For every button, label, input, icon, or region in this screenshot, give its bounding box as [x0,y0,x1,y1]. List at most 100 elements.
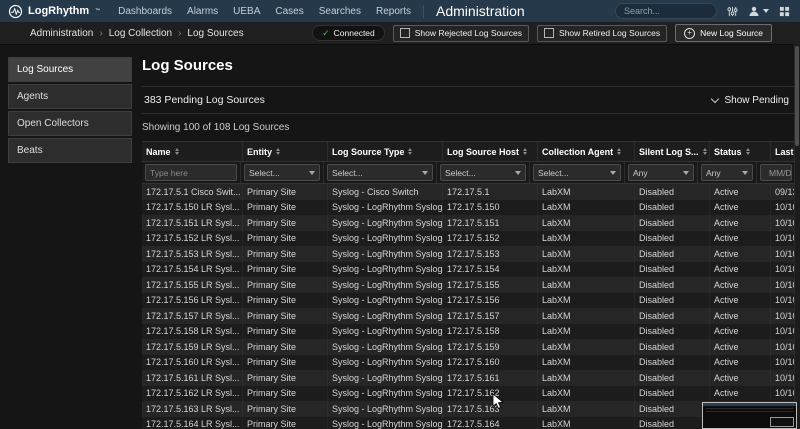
sidebar-item-open-collectors[interactable]: Open Collectors [8,111,132,136]
apps-grid-icon[interactable] [779,6,790,17]
cell-log-source-host: 172.17.5.157 [443,308,538,324]
cell-entity: Primary Site [243,293,328,309]
breadcrumb-item-administration[interactable]: Administration [30,28,93,39]
cell-log-source-host: 172.17.5.150 [443,200,538,216]
sort-icon[interactable] [276,148,280,155]
show-rejected-checkbox[interactable]: Show Rejected Log Sources [393,25,529,42]
cell-last-log-message: 10/10/2023 8:03 am [771,308,795,324]
cell-name: 172.17.5.155 LR Sysl... [142,277,243,293]
sidebar-item-beats[interactable]: Beats [8,138,132,163]
filter-collection-agent-select[interactable]: Select... [533,164,621,181]
cell-name: 172.17.5.160 LR Sysl... [142,355,243,371]
sort-icon[interactable] [617,148,621,155]
sort-icon[interactable] [175,148,179,155]
nav-item-reports[interactable]: Reports [376,6,411,17]
nav-items: Dashboards Alarms UEBA Cases Searches Reports [118,6,411,17]
table-row[interactable]: 172.17.5.151 LR Sysl...Primary SiteSyslo… [142,215,795,231]
filter-log-source-host-select[interactable]: Select... [440,164,526,181]
cell-last-log-message: 10/10/2023 8:03 am [771,200,795,216]
cell-collection-agent: LabXM [538,262,635,278]
table-row[interactable]: 172.17.5.154 LR Sysl...Primary SiteSyslo… [142,262,795,278]
sort-icon[interactable] [746,148,750,155]
table-row[interactable]: 172.17.5.153 LR Sysl...Primary SiteSyslo… [142,246,795,262]
table-row[interactable]: 172.17.5.155 LR Sysl...Primary SiteSyslo… [142,277,795,293]
column-header-name[interactable]: Name [142,142,243,161]
nav-item-searches[interactable]: Searches [319,6,361,17]
checkbox-box[interactable] [400,28,410,38]
table-row[interactable]: 172.17.5.158 LR Sysl...Primary SiteSyslo… [142,324,795,340]
show-pending-toggle[interactable]: Show Pending [712,95,794,106]
table-row[interactable]: 172.17.5.164 LR Sysl...Primary SiteSyslo… [142,417,795,429]
column-header-log-source-type[interactable]: Log Source Type [328,142,443,161]
column-header-entity[interactable]: Entity [243,142,328,161]
date-placeholder: MM/DD/YYYY [769,168,792,178]
sort-icon[interactable] [408,148,412,155]
cell-log-source-type: Syslog - LogRhythm Syslog Ge... [328,246,443,262]
user-menu[interactable] [748,5,769,17]
cell-status: Active [710,370,771,386]
checkbox-box[interactable] [544,28,554,38]
column-header-last-log-message[interactable]: Last Log Message [771,142,795,161]
cell-silent-log-s: Disabled [635,339,710,355]
table-row[interactable]: 172.17.5.156 LR Sysl...Primary SiteSyslo… [142,293,795,309]
sidebar: Log SourcesAgentsOpen CollectorsBeats [8,57,132,429]
caret-down-icon [422,171,428,175]
nav-item-alarms[interactable]: Alarms [187,6,218,17]
show-retired-checkbox[interactable]: Show Retired Log Sources [537,25,667,42]
cell-log-source-host: 172.17.5.159 [443,339,538,355]
nav-divider [423,5,424,18]
cell-last-log-message: 10/10/2023 8:03 am [771,215,795,231]
cell-log-source-host: 172.17.5.163 [443,401,538,417]
nav-item-dashboards[interactable]: Dashboards [118,6,172,17]
table-row[interactable]: 172.17.5.161 LR Sysl...Primary SiteSyslo… [142,370,795,386]
table-row[interactable]: 172.17.5.1 Cisco Swit...Primary SiteSysl… [142,184,795,200]
sort-icon[interactable] [523,148,527,155]
pending-log-sources-bar: 383 Pending Log Sources Show Pending [142,86,795,114]
sidebar-item-agents[interactable]: Agents [8,84,132,109]
column-header-collection-agent[interactable]: Collection Agent [538,142,635,161]
content-area: Log SourcesAgentsOpen CollectorsBeats Lo… [0,45,800,429]
filter-name-input[interactable] [145,164,237,181]
table-row[interactable]: 172.17.5.162 LR Sysl...Primary SiteSyslo… [142,386,795,402]
new-log-source-button[interactable]: + New Log Source [675,24,772,42]
filter-status-select[interactable]: Any [701,164,753,181]
cell-last-log-message: 10/10/2023 8:02 am [771,386,795,402]
cell-entity: Primary Site [243,386,328,402]
nav-item-ueba[interactable]: UEBA [233,6,260,17]
breadcrumb: Administration›Log Collection›Log Source… [30,28,244,39]
column-header-silent-log-s[interactable]: Silent Log S... [635,142,710,161]
sort-icon[interactable] [703,148,707,155]
checkbox-label: Show Rejected Log Sources [415,28,522,38]
table-row[interactable]: 172.17.5.152 LR Sysl...Primary SiteSyslo… [142,231,795,247]
filter-log-source-type-select[interactable]: Select... [327,164,433,181]
logrhythm-logo[interactable]: LogRhythm™ [8,4,100,19]
cell-last-log-message: 10/10/2023 8:03 am [771,324,795,340]
filter-entity-select[interactable]: Select... [244,164,320,181]
cell-name: 172.17.5.164 LR Sysl... [142,417,243,429]
table-row[interactable]: 172.17.5.160 LR Sysl...Primary SiteSyslo… [142,355,795,371]
table-row[interactable]: 172.17.5.159 LR Sysl...Primary SiteSyslo… [142,339,795,355]
cell-name: 172.17.5.154 LR Sysl... [142,262,243,278]
vertical-scrollbar[interactable] [794,44,800,429]
settings-sliders-icon[interactable] [727,6,738,17]
breadcrumb-item-log-sources[interactable]: Log Sources [187,28,243,39]
filter-silent-log-source-select[interactable]: Any [628,164,694,181]
cell-log-source-type: Syslog - LogRhythm Syslog Ge... [328,200,443,216]
sidebar-item-log-sources[interactable]: Log Sources [8,57,132,82]
column-header-log-source-host[interactable]: Log Source Host [443,142,538,161]
filter-last-log-date-input[interactable]: MM/DD/YYYY [760,164,792,181]
table-row[interactable]: 172.17.5.157 LR Sysl...Primary SiteSyslo… [142,308,795,324]
cell-collection-agent: LabXM [538,184,635,200]
global-search-input[interactable] [615,3,717,19]
cell-silent-log-s: Disabled [635,262,710,278]
nav-section-administration[interactable]: Administration [436,3,525,19]
scrollbar-thumb[interactable] [795,46,799,146]
cell-silent-log-s: Disabled [635,293,710,309]
table-row[interactable]: 172.17.5.150 LR Sysl...Primary SiteSyslo… [142,200,795,216]
cell-entity: Primary Site [243,200,328,216]
breadcrumb-item-log-collection[interactable]: Log Collection [109,28,172,39]
table-row[interactable]: 172.17.5.163 LR Sysl...Primary SiteSyslo… [142,401,795,417]
nav-item-cases[interactable]: Cases [275,6,303,17]
column-label: Collection Agent [542,147,613,157]
column-header-status[interactable]: Status [710,142,771,161]
